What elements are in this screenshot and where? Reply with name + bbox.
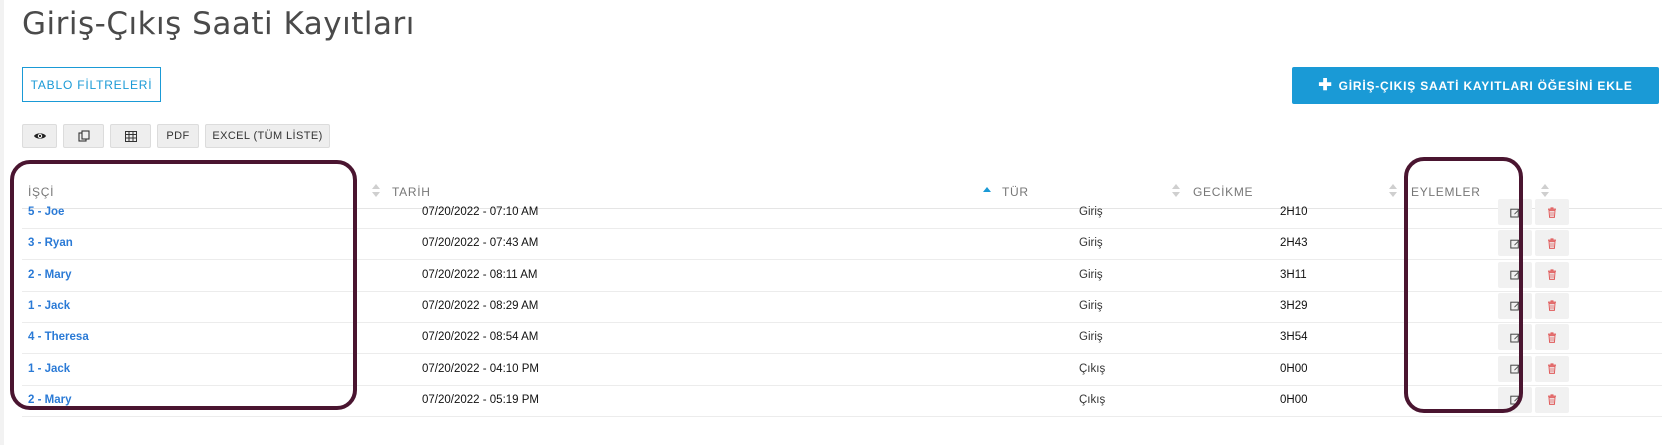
edit-button[interactable] bbox=[1498, 355, 1532, 382]
delay-cell: 3H11 bbox=[1280, 268, 1307, 281]
delete-button[interactable] bbox=[1535, 386, 1569, 413]
type-cell: Giriş bbox=[1079, 331, 1103, 344]
edit-icon bbox=[1509, 207, 1521, 218]
add-record-button[interactable]: ✚ GİRİŞ-ÇIKIŞ SAATİ KAYITLARI ÖĞESİNİ EK… bbox=[1292, 67, 1659, 104]
edit-button[interactable] bbox=[1498, 292, 1532, 319]
edit-icon bbox=[1509, 395, 1521, 405]
table-icon bbox=[124, 130, 137, 142]
left-border bbox=[0, 0, 4, 445]
trash-icon bbox=[1548, 238, 1556, 249]
date-cell: 07/20/2022 - 07:43 AM bbox=[422, 237, 539, 250]
worker-link[interactable]: 2 - Mary bbox=[28, 383, 71, 417]
column-visibility-button[interactable] bbox=[22, 124, 57, 148]
table-row: 4 - Theresa 07/20/2022 - 08:54 AM Giriş 3H5… bbox=[22, 320, 1662, 355]
delay-cell: 3H54 bbox=[1280, 331, 1308, 344]
type-cell: Çıkış bbox=[1079, 393, 1106, 406]
table-row: 2 - Mary 07/20/2022 - 08:11 AM Giriş 3H11 bbox=[22, 258, 1662, 292]
csv-button[interactable] bbox=[110, 124, 151, 148]
table-row: 3 - Ryan 07/20/2022 - 07:43 AM Giriş 2H43 bbox=[22, 226, 1662, 261]
edit-icon bbox=[1509, 238, 1521, 249]
table-row: 5 - Joe 07/20/2022 - 07:10 AM Giriş 2H10 bbox=[22, 195, 1662, 229]
delay-cell: 3H29 bbox=[1280, 299, 1308, 312]
copy-button[interactable] bbox=[63, 124, 104, 148]
date-cell: 07/20/2022 - 05:19 PM bbox=[422, 393, 539, 406]
edit-button[interactable] bbox=[1498, 386, 1532, 413]
edit-icon bbox=[1509, 301, 1521, 311]
edit-button[interactable] bbox=[1498, 324, 1532, 351]
delay-cell: 0H00 bbox=[1280, 362, 1308, 375]
table-row: 1 - Jack 07/20/2022 - 04:10 PM Çıkış 0H00 bbox=[22, 352, 1662, 386]
date-cell: 07/20/2022 - 04:10 PM bbox=[422, 362, 539, 375]
edit-button[interactable] bbox=[1498, 199, 1532, 225]
delete-button[interactable] bbox=[1535, 261, 1569, 288]
trash-icon bbox=[1548, 332, 1556, 343]
delete-button[interactable] bbox=[1535, 230, 1569, 257]
type-cell: Giriş bbox=[1079, 206, 1103, 218]
delay-cell: 2H43 bbox=[1280, 237, 1308, 250]
trash-icon bbox=[1548, 363, 1556, 374]
type-cell: Giriş bbox=[1079, 299, 1103, 312]
worker-link[interactable]: 1 - Jack bbox=[28, 352, 70, 386]
date-cell: 07/20/2022 - 08:11 AM bbox=[422, 268, 538, 281]
delay-cell: 2H10 bbox=[1280, 206, 1308, 218]
worker-link[interactable]: 2 - Mary bbox=[28, 258, 71, 292]
table-filters-button[interactable]: TABLO FİLTRELERİ bbox=[22, 67, 161, 102]
edit-button[interactable] bbox=[1498, 261, 1532, 288]
worker-link[interactable]: 1 - Jack bbox=[28, 289, 70, 323]
type-cell: Giriş bbox=[1079, 268, 1103, 281]
trash-icon bbox=[1548, 300, 1556, 312]
add-record-label: GİRİŞ-ÇIKIŞ SAATİ KAYITLARI ÖĞESİNİ EKLE bbox=[1338, 78, 1633, 93]
page-title: Giriş-Çıkış Saati Kayıtları bbox=[22, 6, 415, 42]
edit-button[interactable] bbox=[1498, 230, 1532, 257]
copy-icon bbox=[77, 130, 90, 142]
trash-icon bbox=[1548, 206, 1556, 218]
type-cell: Giriş bbox=[1079, 237, 1103, 250]
date-cell: 07/20/2022 - 08:29 AM bbox=[422, 299, 539, 312]
delete-button[interactable] bbox=[1535, 355, 1569, 382]
date-cell: 07/20/2022 - 07:10 AM bbox=[422, 206, 539, 218]
table-row: 2 - Mary 07/20/2022 - 05:19 PM Çıkış 0H00 bbox=[22, 383, 1662, 417]
worker-link[interactable]: 4 - Theresa bbox=[28, 320, 89, 354]
delete-button[interactable] bbox=[1535, 324, 1569, 351]
worker-link[interactable]: 5 - Joe bbox=[28, 195, 64, 229]
pdf-button[interactable]: PDF bbox=[157, 124, 199, 148]
plus-icon: ✚ bbox=[1318, 76, 1333, 94]
delete-button[interactable] bbox=[1535, 292, 1569, 319]
excel-button[interactable]: EXCEL (TÜM LİSTE) bbox=[205, 124, 330, 148]
delete-button[interactable] bbox=[1535, 199, 1569, 225]
edit-icon bbox=[1509, 332, 1521, 343]
trash-icon bbox=[1548, 394, 1556, 406]
trash-icon bbox=[1548, 269, 1556, 280]
edit-icon bbox=[1509, 270, 1521, 280]
date-cell: 07/20/2022 - 08:54 AM bbox=[422, 331, 539, 344]
type-cell: Çıkış bbox=[1079, 362, 1106, 375]
delay-cell: 0H00 bbox=[1280, 393, 1308, 406]
edit-icon bbox=[1509, 364, 1521, 374]
eye-icon bbox=[33, 133, 46, 139]
table-row: 1 - Jack 07/20/2022 - 08:29 AM Giriş 3H29 bbox=[22, 289, 1662, 323]
worker-link[interactable]: 3 - Ryan bbox=[28, 226, 73, 260]
